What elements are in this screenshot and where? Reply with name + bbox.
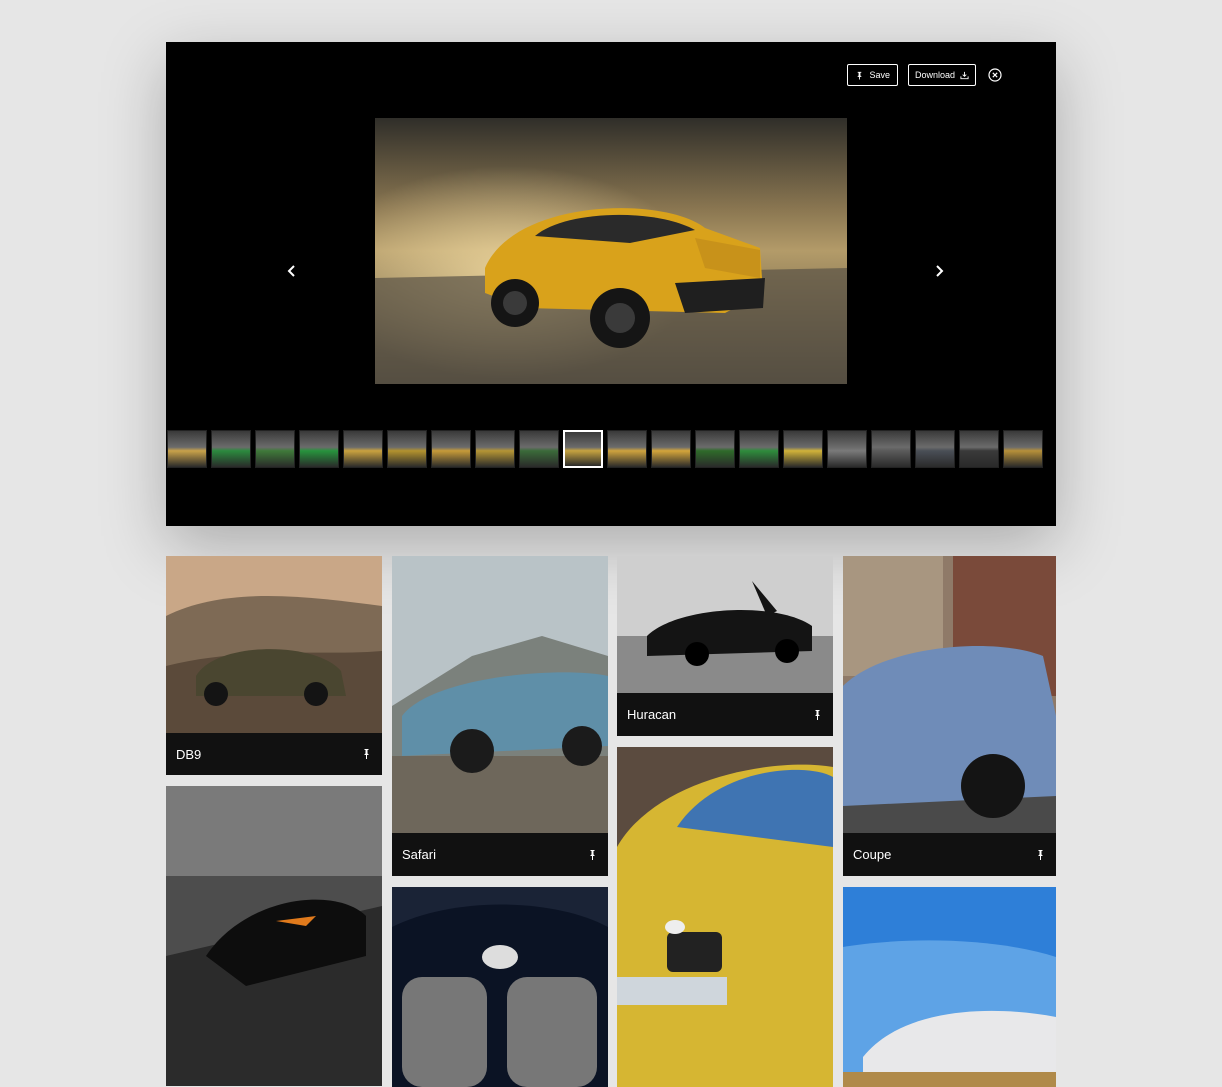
card-title: DB9 [176, 746, 202, 762]
image-viewer: Save Download [166, 42, 1056, 526]
pin-icon[interactable] [812, 709, 823, 721]
download-icon [960, 71, 969, 79]
thumbnail[interactable] [695, 430, 735, 468]
main-image [375, 118, 847, 384]
car-photo [392, 887, 608, 1087]
thumbnail[interactable] [255, 430, 295, 468]
thumbnail[interactable] [387, 430, 427, 468]
car-photo [617, 747, 833, 1087]
gallery-card[interactable]: DB9 [166, 556, 382, 775]
thumbnail[interactable] [167, 430, 207, 468]
thumbnail[interactable] [827, 430, 867, 468]
gallery-card[interactable]: Safari [392, 556, 608, 876]
gallery-card[interactable] [166, 786, 382, 1086]
pin-icon[interactable] [1035, 849, 1046, 861]
card-caption: Huracan [617, 693, 833, 736]
thumbnail[interactable] [343, 430, 383, 468]
thumbnail[interactable] [431, 430, 471, 468]
gallery-card[interactable] [392, 887, 608, 1087]
gallery-card[interactable] [843, 887, 1056, 1087]
next-arrow-icon[interactable] [932, 264, 946, 278]
pin-icon [857, 71, 863, 80]
thumbnail[interactable] [651, 430, 691, 468]
gallery-card[interactable]: Coupe [843, 556, 1056, 876]
pin-icon[interactable] [587, 849, 598, 861]
thumbnail[interactable] [299, 430, 339, 468]
download-button[interactable]: Download [907, 64, 976, 86]
gallery-grid: DB9 Safari Huracan Coupe [166, 556, 1056, 1087]
download-label: Download [914, 70, 955, 80]
thumbnail[interactable] [871, 430, 911, 468]
card-title: Huracan [627, 707, 677, 722]
car-photo [166, 556, 382, 733]
card-caption: Safari [392, 833, 608, 876]
gallery-card[interactable] [617, 747, 833, 1087]
thumbnail[interactable] [211, 430, 251, 468]
thumbnail[interactable] [959, 430, 999, 468]
card-title: Safari [402, 847, 436, 862]
thumbnail[interactable] [563, 430, 603, 468]
car-photo [166, 786, 382, 1086]
thumbnail[interactable] [475, 430, 515, 468]
car-photo [617, 556, 833, 693]
close-circle-icon[interactable] [988, 68, 1002, 82]
card-title: Coupe [853, 847, 892, 862]
car-photo [392, 556, 608, 834]
pin-icon[interactable] [361, 748, 372, 760]
thumbnail[interactable] [1003, 430, 1043, 468]
previous-arrow-icon[interactable] [285, 264, 299, 278]
card-caption: Coupe [843, 833, 1056, 876]
thumbnail[interactable] [607, 430, 647, 468]
save-label: Save [869, 70, 890, 80]
thumbnail[interactable] [783, 430, 823, 468]
viewer-toolbar: Save Download [847, 64, 1002, 86]
gallery-card[interactable]: Huracan [617, 556, 833, 736]
thumbnail-strip [166, 430, 1057, 470]
car-photo [843, 556, 1056, 834]
thumbnail[interactable] [915, 430, 955, 468]
card-caption: DB9 [166, 733, 382, 775]
car-photo [843, 887, 1056, 1087]
thumbnail[interactable] [739, 430, 779, 468]
thumbnail[interactable] [519, 430, 559, 468]
save-button[interactable]: Save [847, 64, 898, 86]
